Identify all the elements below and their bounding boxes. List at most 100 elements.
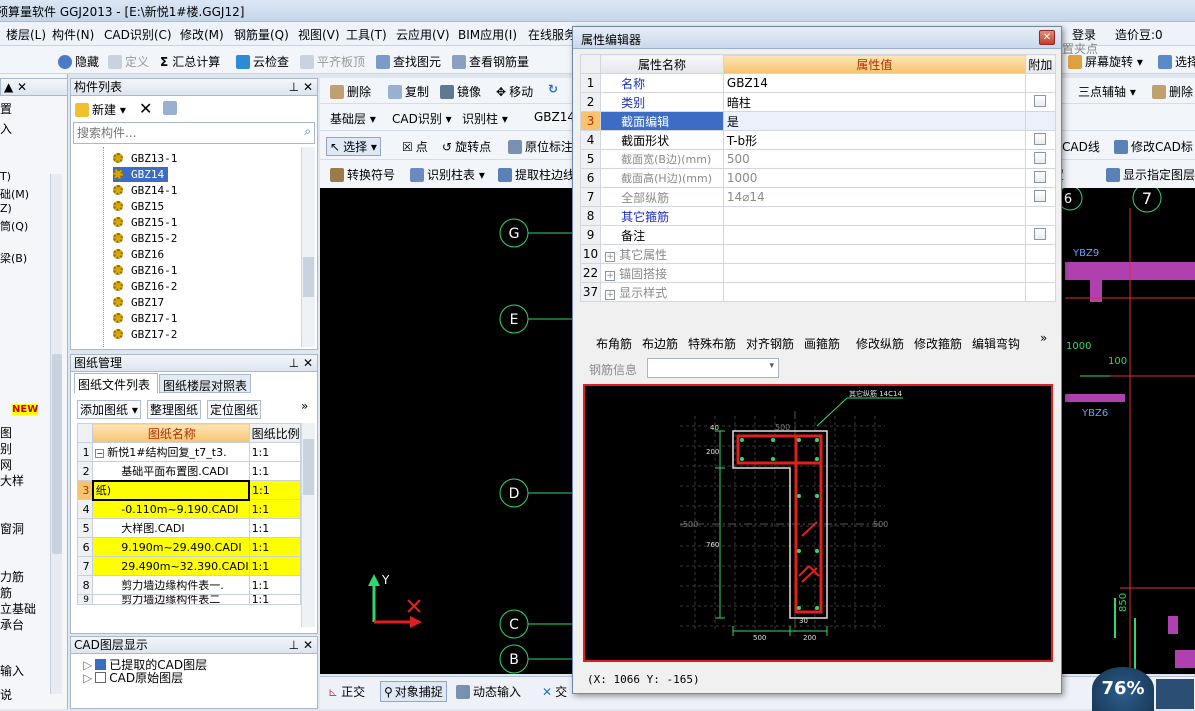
- move-button[interactable]: ✥ 移动: [496, 83, 533, 100]
- property-row-height[interactable]: 6 截面高(H边)(mm) 1000: [579, 168, 1057, 188]
- select-tool-button[interactable]: ↖ 选择 ▾: [326, 137, 381, 156]
- more-icon[interactable]: »: [301, 399, 308, 413]
- original-mark-button[interactable]: 原位标注: [508, 138, 573, 155]
- col-property-name[interactable]: 属性名称: [600, 54, 724, 74]
- tree-item[interactable]: GBZ15-1: [113, 215, 177, 230]
- collapse-icon[interactable]: −: [95, 449, 105, 458]
- cad-recognize-select[interactable]: CAD识别 ▾: [392, 110, 452, 127]
- nav-item-detail[interactable]: 大样: [0, 472, 24, 489]
- tree-item[interactable]: GBZ17-2: [113, 327, 177, 342]
- align-bar-button[interactable]: 对齐钢筋: [746, 335, 794, 352]
- menu-online[interactable]: 在线服务: [528, 26, 576, 43]
- rotate-point-button[interactable]: ↺ 旋转点: [442, 138, 491, 155]
- more-icon[interactable]: »: [1040, 331, 1047, 345]
- menu-cloud[interactable]: 云应用(V): [396, 26, 450, 43]
- property-row-name[interactable]: 1 名称 GBZ14: [579, 73, 1057, 93]
- tab-floor-mapping[interactable]: 图纸楼层对照表: [159, 374, 251, 393]
- nav-item-identify[interactable]: 别: [0, 440, 12, 457]
- table-row-selected[interactable]: 3 纸) 1:1: [76, 479, 302, 501]
- tree-scrollbar[interactable]: [301, 147, 315, 347]
- nav-item-window[interactable]: 窗洞: [0, 520, 24, 537]
- cad-line-button[interactable]: CAD线: [1062, 138, 1100, 155]
- locate-drawing-button[interactable]: 定位图纸: [207, 400, 262, 419]
- component-select[interactable]: GBZ14: [534, 110, 575, 124]
- menu-view[interactable]: 视图(V): [298, 26, 340, 43]
- component-search-box[interactable]: ⌕: [73, 122, 315, 144]
- tree-scroll-thumb[interactable]: [303, 257, 314, 297]
- show-layer-button[interactable]: 显示指定图层: [1106, 166, 1195, 183]
- drawing-scroll-thumb[interactable]: [303, 439, 314, 495]
- menu-rebar[interactable]: 钢筋量(Q): [234, 26, 289, 43]
- add-drawing-button[interactable]: 添加图纸 ▾: [77, 400, 141, 419]
- checkbox-icon[interactable]: [1033, 189, 1046, 202]
- property-group-other[interactable]: 10 + 其它属性: [579, 244, 1057, 264]
- modify-stirrup-button[interactable]: 修改箍筋: [914, 335, 962, 352]
- tree-item[interactable]: GBZ16: [113, 247, 164, 262]
- nav-item-isolated[interactable]: 立基础: [0, 600, 36, 617]
- nav-scroll-thumb[interactable]: [52, 354, 62, 554]
- table-row[interactable]: 6 9.190m~29.490.CADI 1:1: [76, 537, 302, 557]
- view-rebar-button[interactable]: 查看钢筋量: [452, 53, 529, 70]
- property-row-stirrup[interactable]: 8 其它箍筋: [579, 206, 1057, 226]
- floor-select[interactable]: 基础层 ▾: [330, 110, 376, 127]
- define-button[interactable]: 定义: [108, 53, 149, 70]
- three-point-axis-button[interactable]: 三点辅轴 ▾: [1078, 83, 1136, 100]
- delete-button[interactable]: 删除: [330, 83, 371, 100]
- col-attach[interactable]: 附加: [1024, 54, 1057, 74]
- sum-button[interactable]: Σ 汇总计算: [160, 53, 220, 70]
- recognize-pillar-select[interactable]: 识别柱 ▾: [462, 110, 508, 127]
- expand-icon[interactable]: +: [605, 251, 616, 262]
- delete-component-icon[interactable]: ✕: [139, 99, 152, 118]
- col-drawing-name[interactable]: 图纸名称: [92, 423, 250, 443]
- expand-icon[interactable]: +: [605, 270, 616, 281]
- tree-item-selected[interactable]: GBZ14: [113, 167, 169, 182]
- search-input[interactable]: [74, 123, 284, 142]
- property-group-anchor[interactable]: 22 + 锚固搭接: [579, 263, 1057, 283]
- col-property-value[interactable]: 属性值: [722, 54, 1026, 74]
- menu-bim[interactable]: BIM应用(I): [458, 26, 517, 43]
- corner-bar-button[interactable]: 布角筋: [596, 335, 632, 352]
- nav-item-cap[interactable]: 承台: [0, 616, 24, 633]
- panel-close-icon[interactable]: ⊥ ✕: [289, 79, 313, 95]
- table-row[interactable]: 2 基础平面布置图.CADI 1:1: [76, 461, 302, 481]
- table-row[interactable]: 5 大样图.CADI 1:1: [76, 518, 302, 538]
- flat-slab-button[interactable]: 平齐板顶: [300, 53, 365, 70]
- property-row-section-edit[interactable]: 3 截面编辑是: [579, 111, 1057, 131]
- menu-component[interactable]: 构件(N): [52, 26, 94, 43]
- cross-toggle[interactable]: ✕ 交: [542, 683, 567, 700]
- convert-symbol-button[interactable]: 转换符号: [330, 166, 395, 183]
- nav-item-enter[interactable]: 输入: [0, 662, 24, 679]
- point-button[interactable]: ☒ 点: [402, 138, 428, 155]
- table-row[interactable]: 8 剪力墙边缘构件表一. 1:1: [76, 575, 302, 595]
- recognize-table-button[interactable]: 识别柱表 ▾: [410, 166, 485, 183]
- tree-item[interactable]: GBZ16-1: [113, 263, 177, 278]
- tree-item[interactable]: GBZ15-2: [113, 231, 177, 246]
- hide-button[interactable]: 隐藏: [58, 53, 99, 70]
- nav-item-explain[interactable]: 说: [0, 686, 12, 703]
- drawing-scrollbar[interactable]: [301, 423, 315, 627]
- dynamic-input-toggle[interactable]: 动态输入: [456, 683, 521, 700]
- delete-axis-button[interactable]: 删除: [1152, 83, 1193, 100]
- rotate-icon[interactable]: ↻: [548, 82, 558, 96]
- object-snap-toggle[interactable]: ⚲ 对象捕捉: [380, 681, 447, 702]
- dialog-title-bar[interactable]: 属性编辑器 ✕: [573, 27, 1061, 49]
- extract-edge-button[interactable]: 提取柱边线: [498, 166, 575, 183]
- find-button[interactable]: 查找图元: [376, 53, 441, 70]
- layer-original[interactable]: ▷ CAD原始图层: [83, 669, 183, 686]
- nav-scrollbar[interactable]: [50, 174, 62, 694]
- property-group-display[interactable]: 37 + 显示样式: [579, 282, 1057, 302]
- ortho-toggle[interactable]: ⊾ 正交: [328, 683, 365, 700]
- table-row[interactable]: 4 -0.110m~9.190.CADI 1:1: [76, 499, 302, 519]
- modify-cad-button[interactable]: 修改CAD标: [1114, 138, 1193, 155]
- select-button[interactable]: 选择: [1158, 53, 1195, 70]
- nav-item-foundation[interactable]: 础(M): [0, 186, 29, 202]
- tree-item[interactable]: GBZ14-1: [113, 183, 177, 198]
- performance-gauge[interactable]: 76%: [1092, 667, 1154, 711]
- checkbox-icon[interactable]: [1033, 132, 1046, 145]
- nav-item-input[interactable]: 入: [0, 120, 12, 137]
- close-icon[interactable]: ✕: [1039, 30, 1055, 45]
- rebar-info-select[interactable]: ▾: [647, 358, 779, 378]
- special-bar-button[interactable]: 特殊布筋: [688, 335, 736, 352]
- tree-item[interactable]: GBZ17: [113, 295, 164, 310]
- menu-modify[interactable]: 修改(M): [180, 26, 224, 43]
